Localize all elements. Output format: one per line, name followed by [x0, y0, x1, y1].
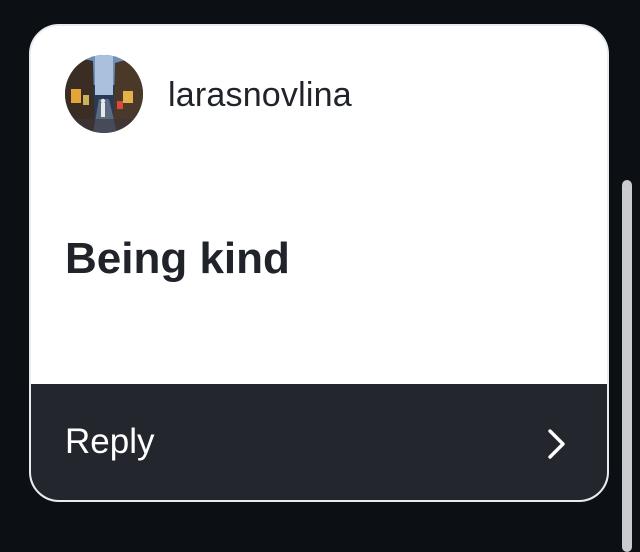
comment-body: larasnovlina Being kind	[31, 26, 607, 384]
username[interactable]: larasnovlina	[168, 76, 352, 115]
scrollbar[interactable]	[622, 180, 632, 552]
reply-label: Reply	[65, 422, 155, 461]
comment-card: larasnovlina Being kind Reply	[29, 24, 609, 502]
user-avatar[interactable]	[65, 55, 143, 133]
chevron-right-icon	[548, 429, 565, 459]
avatar-street-photo	[65, 55, 143, 133]
comment-text: Being kind	[65, 234, 290, 283]
reply-button[interactable]: Reply	[31, 384, 607, 500]
